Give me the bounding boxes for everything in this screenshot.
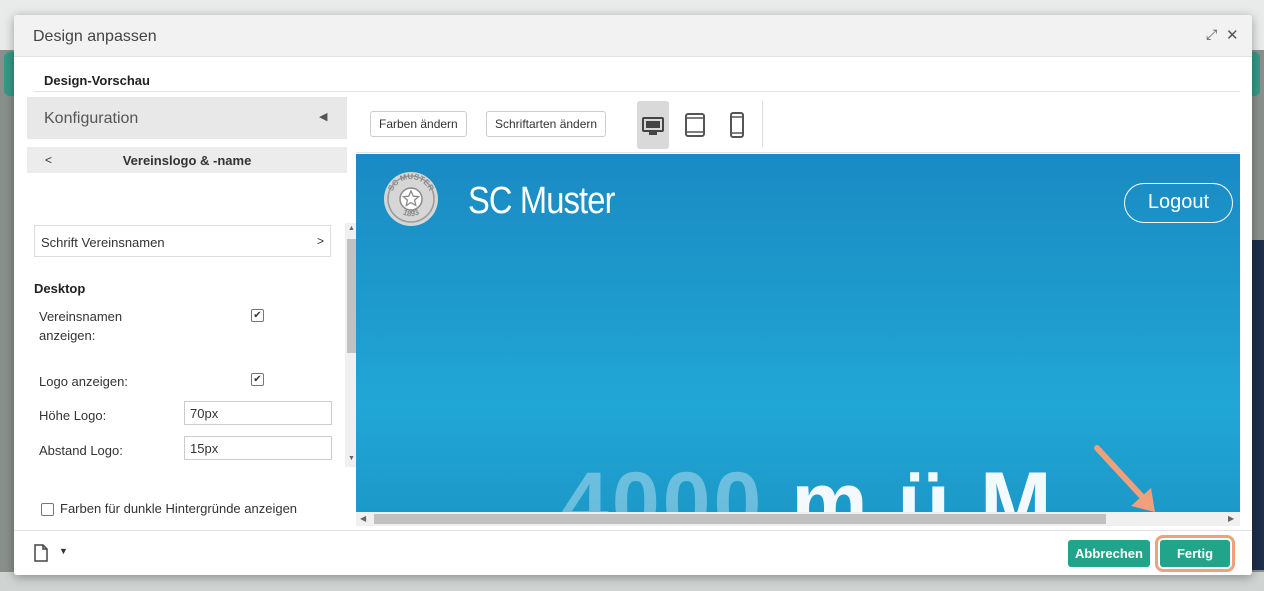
hscroll-thumb[interactable] bbox=[374, 514, 1106, 524]
section-title: Design-Vorschau bbox=[44, 73, 150, 88]
expand-icon[interactable]: ⤢ bbox=[1206, 26, 1217, 43]
cancel-button[interactable]: Abbrechen bbox=[1068, 540, 1150, 567]
change-colors-button[interactable]: Farben ändern bbox=[370, 111, 467, 137]
settings-list: Schrift Vereinsnamen > Desktop Vereinsna… bbox=[27, 225, 332, 465]
dark-colors-checkbox[interactable] bbox=[41, 503, 54, 516]
show-name-checkbox[interactable]: ✔ bbox=[251, 309, 264, 322]
dropdown-caret-icon[interactable]: ▼ bbox=[59, 546, 68, 556]
show-logo-label: Logo anzeigen: bbox=[39, 374, 128, 389]
show-name-label: Vereinsnamen anzeigen: bbox=[39, 309, 123, 343]
chevron-right-icon: > bbox=[317, 234, 325, 248]
scroll-up-icon[interactable]: ▲ bbox=[348, 225, 355, 232]
change-fonts-button[interactable]: Schriftarten ändern bbox=[486, 111, 607, 137]
done-button[interactable]: Fertig bbox=[1155, 535, 1235, 572]
document-icon[interactable] bbox=[34, 544, 48, 562]
scroll-down-icon[interactable]: ▼ bbox=[348, 455, 355, 462]
mobile-icon[interactable] bbox=[721, 101, 753, 149]
logo-height-label: Höhe Logo: bbox=[39, 408, 107, 423]
background-app-panel bbox=[1252, 240, 1264, 570]
design-dialog: Design anpassen ⤢ ✕ Design-Vorschau Konf… bbox=[14, 15, 1252, 575]
logout-button[interactable]: Logout bbox=[1124, 183, 1233, 223]
club-name: SC Muster bbox=[468, 180, 615, 222]
dark-colors-label: Farben für dunkle Hintergründe anzeigen bbox=[60, 501, 298, 516]
config-label: Konfiguration bbox=[44, 110, 139, 127]
config-panel: Konfiguration ◀ < Vereinslogo & -name Sc… bbox=[27, 97, 359, 527]
subsection-bar: < Vereinslogo & -name bbox=[27, 147, 347, 173]
logo-height-input[interactable]: 70px bbox=[184, 401, 332, 425]
scroll-left-icon[interactable]: ◀ bbox=[360, 514, 366, 523]
close-icon[interactable]: ✕ bbox=[1226, 26, 1239, 44]
scroll-right-icon[interactable]: ▶ bbox=[1228, 514, 1234, 523]
tablet-icon[interactable] bbox=[679, 101, 711, 149]
logo-spacing-label: Abstand Logo: bbox=[39, 443, 123, 458]
dialog-footer: ▼ Abbrechen Fertig bbox=[14, 530, 1252, 575]
font-settings-row[interactable]: Schrift Vereinsnamen > bbox=[34, 225, 331, 257]
preview-toolbar: Farben ändern Schriftarten ändern bbox=[356, 97, 1240, 153]
dialog-title: Design anpassen bbox=[33, 28, 157, 45]
dialog-header: Design anpassen ⤢ ✕ bbox=[14, 15, 1252, 57]
config-header[interactable]: Konfiguration ◀ bbox=[27, 97, 347, 139]
annotation-arrow-icon bbox=[1094, 445, 1155, 512]
section-divider bbox=[34, 91, 1240, 92]
subsection-title: Vereinslogo & -name bbox=[122, 153, 252, 168]
collapse-triangle-icon[interactable]: ◀ bbox=[319, 110, 327, 123]
desktop-icon[interactable] bbox=[637, 101, 669, 149]
show-logo-checkbox[interactable]: ✔ bbox=[251, 373, 264, 386]
toolbar-divider bbox=[762, 101, 763, 147]
logo-spacing-input[interactable]: 15px bbox=[184, 436, 332, 460]
hero-decorative-text: 4000 m ü M bbox=[561, 455, 1055, 512]
club-logo: SC MUSTER 1893 bbox=[384, 172, 438, 226]
font-row-label: Schrift Vereinsnamen bbox=[41, 235, 165, 250]
desktop-group-title: Desktop bbox=[34, 281, 86, 296]
